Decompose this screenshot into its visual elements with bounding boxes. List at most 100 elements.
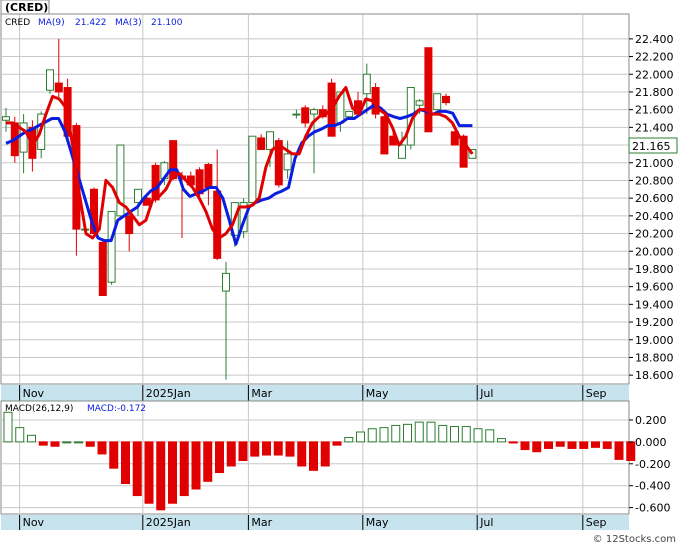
macd-y-tick-label: -0.600 <box>635 502 670 515</box>
macd-bar <box>473 428 483 443</box>
candle-body <box>169 140 178 180</box>
macd-bar <box>3 411 13 443</box>
macd-x-tick-label: 2025Jan <box>146 516 191 529</box>
price-y-tick-label: 18.600 <box>635 369 674 382</box>
macd-bar <box>532 441 542 453</box>
macd-y-tick-label: 0.200 <box>635 414 667 427</box>
macd-bar <box>203 441 213 482</box>
candle-body <box>362 73 371 95</box>
macd-bar <box>62 441 72 444</box>
macd-bar <box>332 441 342 446</box>
candle-body <box>266 131 274 150</box>
price-y-tick-label: 19.800 <box>635 263 674 276</box>
macd-bar <box>520 441 530 451</box>
macd-bar <box>109 441 119 469</box>
macd-bar <box>414 421 424 443</box>
candle-body <box>257 137 266 150</box>
macd-x-tick-label: Mar <box>251 516 272 529</box>
macd-bar <box>85 441 95 447</box>
candle-body <box>424 47 433 133</box>
price-y-tick-label: 21.000 <box>635 157 674 170</box>
candle-body <box>54 82 63 93</box>
candle-body <box>283 153 292 171</box>
macd-y-axis: 0.200 0.000 -0.200 -0.400 -0.600 <box>629 414 670 515</box>
candle-body <box>2 116 10 121</box>
macd-x-tick-label: Sep <box>586 516 607 529</box>
legend-ma9-label: MA(9) <box>38 18 65 28</box>
macd-bar <box>191 441 201 490</box>
macd-bar <box>320 441 330 467</box>
price-y-tick-label: 22.000 <box>635 68 674 81</box>
current-price-value: 21.165 <box>632 140 671 153</box>
macd-y-tick-label: 0.000 <box>635 436 667 449</box>
candle-body <box>46 69 54 91</box>
macd-bar <box>438 424 448 443</box>
price-y-tick-label: 20.000 <box>635 245 674 258</box>
candle-body <box>442 95 450 104</box>
price-y-tick-label: 20.200 <box>635 228 674 241</box>
price-y-tick-label: 20.800 <box>635 174 674 187</box>
price-y-tick-label: 21.400 <box>635 121 674 134</box>
macd-bar <box>38 441 48 446</box>
legend-ma3-label: MA(3) <box>115 18 142 28</box>
macd-bar <box>144 441 154 504</box>
macd-bar <box>485 429 495 443</box>
candle-body <box>398 144 406 159</box>
macd-bar <box>626 441 636 462</box>
chart-canvas: 22.40022.20022.00021.80021.60021.40021.2… <box>0 0 678 545</box>
macd-bar <box>262 441 271 456</box>
candle-body <box>345 110 354 118</box>
candle-body <box>433 93 442 111</box>
macd-bar <box>285 441 295 457</box>
price-y-tick-label: 22.400 <box>635 33 674 46</box>
macd-bar <box>156 441 166 511</box>
macd-bar <box>250 441 260 457</box>
macd-bar <box>497 438 506 443</box>
price-y-tick-label: 19.400 <box>635 298 674 311</box>
macd-y-tick-label: -0.400 <box>635 480 670 493</box>
macd-bar <box>461 426 471 443</box>
candle-body <box>125 215 134 235</box>
candle-body <box>222 272 230 292</box>
price-x-tick-label: Mar <box>251 387 272 400</box>
price-y-tick-label: 19.200 <box>635 316 674 329</box>
price-y-tick-label: 20.400 <box>635 210 674 223</box>
price-x-tick-label: Jul <box>479 387 493 400</box>
price-x-axis-band <box>1 385 629 401</box>
price-x-tick-label: Sep <box>586 387 607 400</box>
macd-bar <box>168 441 177 504</box>
macd-bar <box>614 441 624 460</box>
macd-bar <box>297 441 307 467</box>
price-y-tick-label: 22.200 <box>635 51 674 64</box>
macd-bar <box>426 421 436 443</box>
macd-bar <box>273 441 283 456</box>
macd-bar <box>215 441 224 474</box>
chart-title: (CRED) <box>5 1 48 14</box>
candle-body <box>107 210 116 283</box>
macd-x-tick-label: Jul <box>479 516 493 529</box>
macd-bar <box>27 434 36 443</box>
price-x-tick-label: 2025Jan <box>146 387 191 400</box>
candle-body <box>310 109 318 115</box>
macd-bar <box>121 441 130 485</box>
candle-body <box>415 100 424 106</box>
price-x-tick-label: Nov <box>23 387 45 400</box>
macd-y-tick-label: -0.200 <box>635 458 670 471</box>
macd-bar <box>379 427 389 443</box>
price-y-tick-label: 21.800 <box>635 86 674 99</box>
macd-bar <box>591 441 600 448</box>
watermark: © 12Stocks.com <box>593 534 676 545</box>
candle-body <box>204 164 213 189</box>
macd-bar <box>579 441 589 449</box>
candle-body <box>380 116 389 155</box>
macd-legend-value: MACD:-0.172 <box>87 404 146 414</box>
candle-body <box>248 135 257 204</box>
macd-bar <box>15 427 25 443</box>
macd-bar <box>132 441 142 497</box>
price-y-axis: 22.40022.20022.00021.80021.60021.40021.2… <box>629 33 674 382</box>
macd-bar <box>367 428 377 443</box>
macd-bar <box>179 441 189 497</box>
candle-body <box>98 241 107 296</box>
candle-body <box>292 113 301 116</box>
macd-bar <box>602 441 612 449</box>
